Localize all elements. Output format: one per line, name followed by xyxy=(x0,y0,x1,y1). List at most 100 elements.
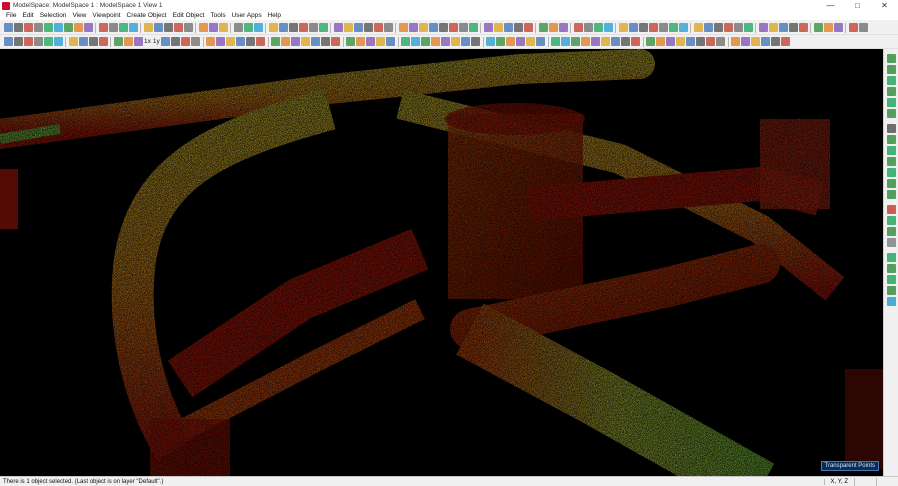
main-tool-icon[interactable] xyxy=(298,23,308,32)
main-tool-icon[interactable] xyxy=(318,23,328,32)
main-tool-icon[interactable] xyxy=(333,23,343,32)
main-tool-icon[interactable] xyxy=(678,23,688,32)
view-tool-icon[interactable] xyxy=(331,37,341,46)
main-tool-icon[interactable] xyxy=(43,23,53,32)
side-tool-icon[interactable] xyxy=(886,54,896,63)
view-tool-icon[interactable] xyxy=(113,37,123,46)
menu-tools[interactable]: Tools xyxy=(207,12,228,19)
view-tool-icon[interactable] xyxy=(526,37,536,46)
main-tool-icon[interactable] xyxy=(493,23,503,32)
view-tool-icon[interactable] xyxy=(611,37,621,46)
view-tool-icon[interactable] xyxy=(751,37,761,46)
view-tool-icon[interactable] xyxy=(656,37,666,46)
main-tool-icon[interactable] xyxy=(278,23,288,32)
side-tool-icon[interactable] xyxy=(886,179,896,188)
main-tool-icon[interactable] xyxy=(53,23,63,32)
main-tool-icon[interactable] xyxy=(848,23,858,32)
main-tool-icon[interactable] xyxy=(813,23,823,32)
axis-label[interactable]: 1y xyxy=(153,38,160,45)
view-tool-icon[interactable] xyxy=(621,37,631,46)
main-tool-icon[interactable] xyxy=(603,23,613,32)
minimize-button[interactable]: — xyxy=(817,0,844,11)
main-tool-icon[interactable] xyxy=(833,23,843,32)
view-tool-icon[interactable] xyxy=(561,37,571,46)
main-tool-icon[interactable] xyxy=(823,23,833,32)
view-tool-icon[interactable] xyxy=(13,37,23,46)
view-tool-icon[interactable] xyxy=(401,37,411,46)
main-tool-icon[interactable] xyxy=(343,23,353,32)
view-tool-icon[interactable] xyxy=(631,37,641,46)
main-tool-icon[interactable] xyxy=(798,23,808,32)
main-tool-icon[interactable] xyxy=(183,23,193,32)
view-tool-icon[interactable] xyxy=(366,37,376,46)
main-tool-icon[interactable] xyxy=(308,23,318,32)
view-tool-icon[interactable] xyxy=(216,37,226,46)
main-tool-icon[interactable] xyxy=(418,23,428,32)
view-tool-icon[interactable] xyxy=(486,37,496,46)
main-tool-icon[interactable] xyxy=(703,23,713,32)
view-tool-icon[interactable] xyxy=(43,37,53,46)
main-tool-icon[interactable] xyxy=(558,23,568,32)
side-tool-icon[interactable] xyxy=(886,205,896,214)
main-tool-icon[interactable] xyxy=(468,23,478,32)
view-tool-icon[interactable] xyxy=(451,37,461,46)
view-tool-icon[interactable] xyxy=(741,37,751,46)
main-tool-icon[interactable] xyxy=(13,23,23,32)
close-button[interactable]: ✕ xyxy=(871,0,898,11)
main-tool-icon[interactable] xyxy=(233,23,243,32)
main-tool-icon[interactable] xyxy=(23,23,33,32)
side-tool-icon[interactable] xyxy=(886,157,896,166)
view-tool-icon[interactable] xyxy=(761,37,771,46)
view-tool-icon[interactable] xyxy=(3,37,13,46)
side-tool-icon[interactable] xyxy=(886,253,896,262)
main-tool-icon[interactable] xyxy=(788,23,798,32)
axis-label[interactable]: 1x xyxy=(144,38,151,45)
view-tool-icon[interactable] xyxy=(771,37,781,46)
view-tool-icon[interactable] xyxy=(731,37,741,46)
view-tool-icon[interactable] xyxy=(88,37,98,46)
main-tool-icon[interactable] xyxy=(353,23,363,32)
view-tool-icon[interactable] xyxy=(431,37,441,46)
main-tool-icon[interactable] xyxy=(513,23,523,32)
main-tool-icon[interactable] xyxy=(408,23,418,32)
view-tool-icon[interactable] xyxy=(536,37,546,46)
main-tool-icon[interactable] xyxy=(628,23,638,32)
side-tool-icon[interactable] xyxy=(886,146,896,155)
view-tool-icon[interactable] xyxy=(23,37,33,46)
main-tool-icon[interactable] xyxy=(268,23,278,32)
view-tool-icon[interactable] xyxy=(206,37,216,46)
main-tool-icon[interactable] xyxy=(758,23,768,32)
main-tool-icon[interactable] xyxy=(383,23,393,32)
main-tool-icon[interactable] xyxy=(198,23,208,32)
view-tool-icon[interactable] xyxy=(601,37,611,46)
maximize-button[interactable]: □ xyxy=(844,0,871,11)
main-tool-icon[interactable] xyxy=(583,23,593,32)
main-tool-icon[interactable] xyxy=(173,23,183,32)
main-tool-icon[interactable] xyxy=(108,23,118,32)
side-tool-icon[interactable] xyxy=(886,238,896,247)
menu-edit-object[interactable]: Edit Object xyxy=(170,12,208,19)
view-tool-icon[interactable] xyxy=(411,37,421,46)
main-tool-icon[interactable] xyxy=(218,23,228,32)
main-tool-icon[interactable] xyxy=(658,23,668,32)
main-tool-icon[interactable] xyxy=(713,23,723,32)
view-tool-icon[interactable] xyxy=(78,37,88,46)
view-tool-icon[interactable] xyxy=(33,37,43,46)
view-tool-icon[interactable] xyxy=(421,37,431,46)
view-tool-icon[interactable] xyxy=(781,37,791,46)
view-tool-icon[interactable] xyxy=(506,37,516,46)
side-tool-icon[interactable] xyxy=(886,227,896,236)
side-tool-icon[interactable] xyxy=(886,135,896,144)
main-tool-icon[interactable] xyxy=(208,23,218,32)
view-tool-icon[interactable] xyxy=(271,37,281,46)
menu-viewpoint[interactable]: Viewpoint xyxy=(89,12,123,19)
side-tool-icon[interactable] xyxy=(886,190,896,199)
main-tool-icon[interactable] xyxy=(503,23,513,32)
model-viewport[interactable]: Transparent Points xyxy=(0,49,883,476)
main-tool-icon[interactable] xyxy=(483,23,493,32)
view-tool-icon[interactable] xyxy=(376,37,386,46)
view-tool-icon[interactable] xyxy=(581,37,591,46)
menu-selection[interactable]: Selection xyxy=(37,12,70,19)
view-tool-icon[interactable] xyxy=(321,37,331,46)
main-tool-icon[interactable] xyxy=(243,23,253,32)
